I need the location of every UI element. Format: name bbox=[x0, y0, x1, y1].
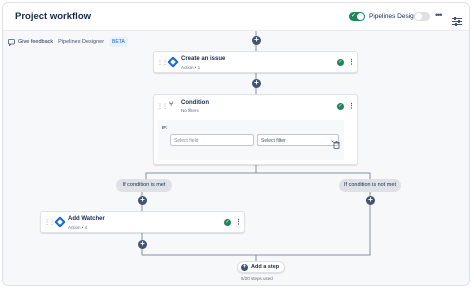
select-filter-placeholder: Select filter bbox=[261, 138, 286, 144]
condition-rules: IF: Select field Select filter ⌄ bbox=[158, 120, 344, 160]
add-step-plus-button[interactable]: + bbox=[138, 196, 147, 205]
workflow-window: Project workflow ✓ Pipelines Designer ••… bbox=[2, 2, 470, 286]
drag-handle-icon[interactable]: ⋮⋮ bbox=[157, 59, 168, 66]
jira-icon bbox=[54, 216, 66, 228]
branch-label-condition-met[interactable]: If condition is met bbox=[116, 179, 172, 192]
select-field-input[interactable]: Select field bbox=[170, 134, 254, 146]
success-check-icon: ✓ bbox=[337, 59, 344, 66]
steps-used-counter: 6/20 steps used bbox=[241, 276, 273, 281]
step-subtitle: Action • 4 bbox=[68, 225, 88, 230]
condition-branch-icon: ⑂ bbox=[169, 101, 174, 108]
step-title: Condition bbox=[181, 100, 209, 106]
plus-icon: + bbox=[241, 263, 248, 271]
if-label: IF: bbox=[162, 125, 168, 130]
drag-handle-icon[interactable]: ⋮⋮ bbox=[44, 219, 55, 226]
step-card-add-watcher[interactable]: ⋮⋮ Add Watcher Action • 4 ✓ ⋮ bbox=[40, 211, 245, 233]
add-step-plus-button[interactable]: + bbox=[366, 196, 375, 205]
branch-label-condition-not-met[interactable]: If condition is not met bbox=[339, 179, 401, 192]
success-check-icon: ✓ bbox=[224, 219, 231, 226]
step-card-condition[interactable]: ⋮⋮ ⑂ Condition No filters ✓ ⋮ IF: Select… bbox=[153, 94, 358, 165]
step-card-create-issue[interactable]: ⋮⋮ Create an issue Action • 1 ✓ ⋮ bbox=[153, 51, 358, 73]
step-title: Create an issue bbox=[181, 56, 226, 62]
success-check-icon: ✓ bbox=[337, 103, 344, 110]
step-subtitle: No filters bbox=[181, 108, 199, 113]
add-step-plus-button[interactable]: + bbox=[252, 79, 261, 88]
step-title: Add Watcher bbox=[68, 216, 105, 222]
step-subtitle: Action • 1 bbox=[181, 65, 201, 70]
step-menu-icon[interactable]: ⋮ bbox=[348, 103, 355, 110]
add-step-label: Add a step bbox=[251, 264, 280, 270]
step-menu-icon[interactable]: ⋮ bbox=[348, 59, 355, 66]
add-step-plus-button[interactable]: + bbox=[252, 36, 261, 45]
jira-icon bbox=[167, 56, 179, 68]
add-step-button[interactable]: + Add a step bbox=[237, 261, 286, 273]
drag-handle-icon[interactable]: ⋮⋮ bbox=[157, 103, 168, 110]
select-filter-dropdown[interactable]: Select filter ⌄ bbox=[257, 134, 339, 146]
add-step-plus-button[interactable]: + bbox=[138, 240, 147, 249]
select-field-placeholder: Select field bbox=[174, 138, 199, 144]
step-menu-icon[interactable]: ⋮ bbox=[235, 219, 242, 226]
delete-rule-icon[interactable] bbox=[333, 136, 340, 154]
